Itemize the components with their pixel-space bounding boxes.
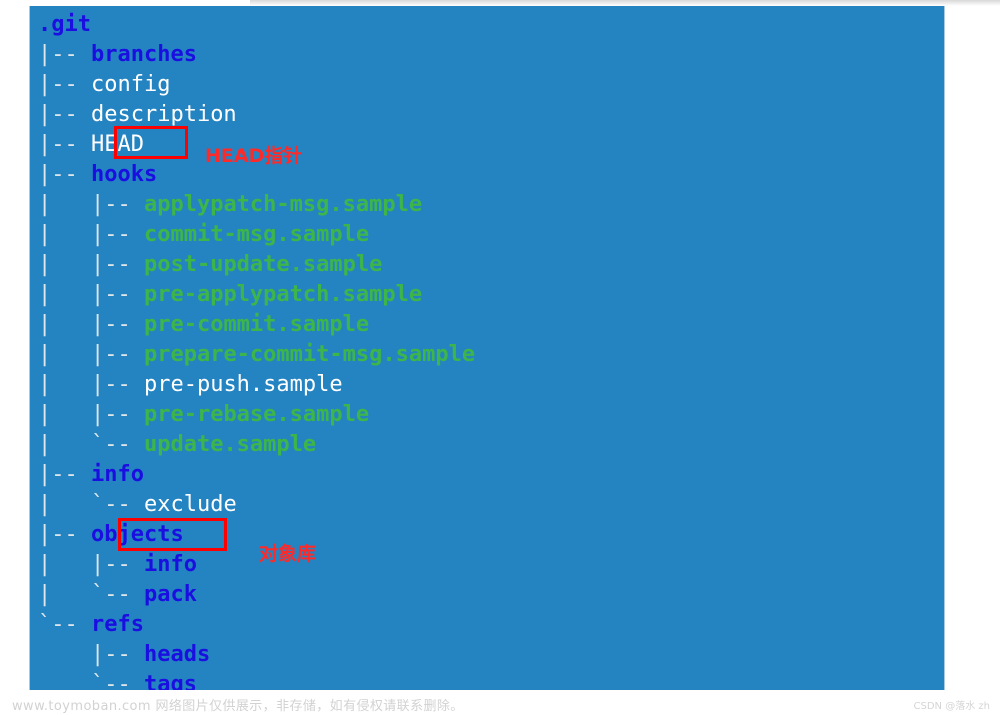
annotation-head-pointer: HEAD指针 [205, 145, 303, 167]
tree-connector: | |-- [38, 372, 144, 397]
tree-line: | |-- pre-push.sample [30, 370, 475, 400]
tree-entry-info: info [143, 552, 197, 577]
tree-line: | |-- pre-rebase.sample [30, 400, 475, 430]
tree-connector: | |-- [38, 312, 144, 337]
tree-line: | |-- pre-applypatch.sample [30, 280, 475, 310]
tree-connector: | |-- [38, 552, 144, 577]
tree-entry-commit-msg-sample: commit-msg.sample [143, 222, 370, 247]
tree-entry-git: .git [38, 12, 91, 37]
tree-line: | |-- pre-commit.sample [30, 310, 475, 340]
tree-connector: |-- [38, 132, 91, 157]
tree-entry-pre-applypatch-sample: pre-applypatch.sample [143, 282, 423, 307]
tree-line: | |-- commit-msg.sample [30, 220, 475, 250]
footer-watermark: CSDN @落水 zh [913, 701, 990, 712]
tree-connector: | |-- [38, 342, 144, 367]
tree-entry-description: description [90, 102, 237, 127]
tree-line: | |-- post-update.sample [30, 250, 475, 280]
tree-entry-update-sample: update.sample [143, 432, 317, 457]
tree-line: | `-- exclude [30, 490, 475, 520]
footer-bar: www.toymoban.com 网络图片仅供展示，非存储，如有侵权请联系删除。… [0, 690, 1000, 715]
annotation-object-database: 对象库 [259, 543, 317, 565]
tree-entry-exclude: exclude [143, 492, 237, 517]
tree-connector: | `-- [38, 582, 144, 607]
tree-entry-head: HEAD [90, 132, 144, 157]
tree-connector: |-- [38, 462, 91, 487]
tree-connector: `-- [38, 672, 144, 690]
tree-connector: | `-- [38, 492, 144, 517]
tree-entry-pre-rebase-sample: pre-rebase.sample [143, 402, 370, 427]
tree-line: | |-- applypatch-msg.sample [30, 190, 475, 220]
tree-line: | |-- info [30, 550, 475, 580]
tree-entry-post-update-sample: post-update.sample [143, 252, 383, 277]
tree-entry-objects: objects [90, 522, 184, 547]
tree-connector: |-- [38, 162, 91, 187]
tree-entry-heads: heads [143, 642, 211, 667]
tree-connector: |-- [38, 42, 91, 67]
tree-connector: |-- [38, 642, 144, 667]
tree-connector: |-- [38, 102, 91, 127]
tree-entry-applypatch-msg-sample: applypatch-msg.sample [143, 192, 423, 217]
tree-connector: | |-- [38, 402, 144, 427]
tree-line: `-- tags [30, 670, 475, 690]
tree-line: |-- config [30, 70, 475, 100]
tree-entry-pre-push-sample: pre-push.sample [143, 372, 343, 397]
tree-entry-config: config [90, 72, 171, 97]
footer-disclaimer: www.toymoban.com 网络图片仅供展示，非存储，如有侵权请联系删除。 [12, 699, 464, 714]
tree-line: |-- info [30, 460, 475, 490]
tree-connector: | |-- [38, 282, 144, 307]
tree-connector: | |-- [38, 222, 144, 247]
tree-entry-info: info [90, 462, 144, 487]
tree-connector: `-- [38, 612, 91, 637]
tree-line: | `-- update.sample [30, 430, 475, 460]
tree-output: .git |-- branches |-- config |-- descriptio… [30, 6, 475, 690]
tree-line: |-- branches [30, 40, 475, 70]
tree-entry-pack: pack [143, 582, 197, 607]
tree-line: |-- description [30, 100, 475, 130]
tree-connector: |-- [38, 522, 91, 547]
tree-entry-branches: branches [90, 42, 197, 67]
tree-line: .git [30, 10, 475, 40]
tree-entry-pre-commit-sample: pre-commit.sample [143, 312, 370, 337]
tree-entry-tags: tags [143, 672, 197, 690]
tree-connector: | `-- [38, 432, 144, 457]
git-directory-tree-panel: .git |-- branches |-- config |-- descriptio… [29, 6, 945, 690]
tree-connector: | |-- [38, 252, 144, 277]
tree-entry-hooks: hooks [90, 162, 158, 187]
tree-connector: |-- [38, 72, 91, 97]
tree-line: `-- refs [30, 610, 475, 640]
tree-connector: | |-- [38, 192, 144, 217]
tree-entry-refs: refs [90, 612, 144, 637]
tree-line: | `-- pack [30, 580, 475, 610]
tree-line: |-- objects [30, 520, 475, 550]
tree-line: | |-- prepare-commit-msg.sample [30, 340, 475, 370]
tree-line: |-- heads [30, 640, 475, 670]
tree-entry-prepare-commit-msg-sample: prepare-commit-msg.sample [143, 342, 476, 367]
